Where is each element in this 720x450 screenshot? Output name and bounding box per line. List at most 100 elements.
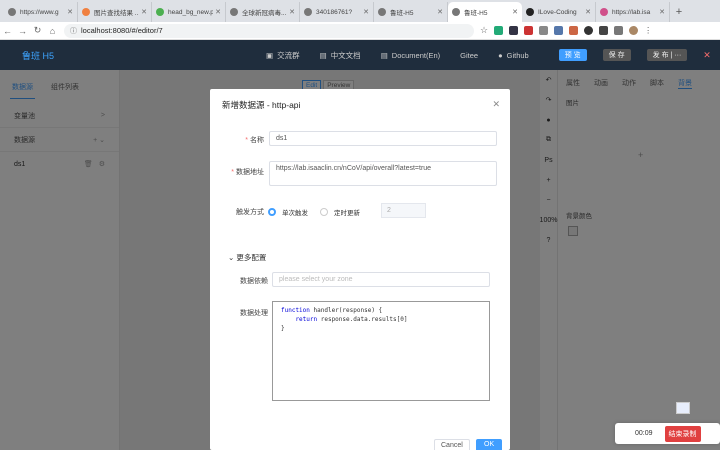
close-tab-icon[interactable]: ✕ bbox=[659, 8, 665, 16]
browser-tab[interactable]: 全球新冠病毒... ✕ bbox=[226, 2, 300, 22]
save-button[interactable]: 保 存 bbox=[602, 49, 631, 61]
stop-recording-button[interactable]: 结束录制 bbox=[664, 425, 701, 442]
doc-icon: ▤ bbox=[380, 50, 388, 60]
browser-tab-label: https://lab.isa bbox=[612, 8, 651, 16]
extension-icon[interactable] bbox=[494, 26, 504, 35]
publish-button[interactable]: 发 布 | ··· bbox=[646, 49, 688, 61]
extension-icon[interactable] bbox=[554, 26, 564, 35]
radio-timer[interactable] bbox=[320, 208, 328, 216]
recorder-time: 00:09 bbox=[635, 430, 653, 437]
close-tab-icon[interactable]: ✕ bbox=[289, 8, 295, 16]
radio-timer-label[interactable]: 定时更新 bbox=[334, 207, 360, 217]
close-tab-icon[interactable]: ✕ bbox=[215, 8, 221, 16]
reload-icon[interactable]: ↻ bbox=[30, 25, 45, 36]
favicon-icon bbox=[230, 8, 238, 16]
favicon-icon bbox=[600, 8, 608, 16]
url-textarea[interactable]: https://lab.isaaclin.cn/nCoV/api/overall… bbox=[269, 161, 497, 186]
doc-icon: ▤ bbox=[319, 50, 327, 60]
favicon-icon bbox=[304, 8, 312, 16]
back-icon[interactable]: ← bbox=[0, 26, 15, 36]
datasource-dialog: 新增数据源 - http-api ✕ * 名称 ds1 * 数据地址 https:/… bbox=[210, 89, 510, 450]
close-tab-icon[interactable]: ✕ bbox=[141, 8, 147, 16]
close-tab-icon[interactable]: ✕ bbox=[363, 8, 369, 16]
browser-tab-label: ILove-Coding bbox=[538, 8, 577, 16]
recorder-widget: 00:09 结束录制 bbox=[615, 423, 720, 444]
close-tab-icon[interactable]: ✕ bbox=[585, 8, 591, 16]
close-tab-icon[interactable]: ✕ bbox=[437, 8, 443, 16]
extension-icon[interactable] bbox=[509, 26, 519, 35]
extension-icon[interactable] bbox=[599, 26, 609, 35]
cancel-button[interactable]: Cancel bbox=[434, 439, 470, 450]
github-icon: ● bbox=[498, 50, 503, 60]
preview-button[interactable]: 预 览 bbox=[558, 49, 587, 61]
browser-tab-label: 鲁班-H5 bbox=[390, 10, 414, 17]
url-input[interactable]: ⓘ localhost:8080/#/editor/7 bbox=[64, 23, 474, 38]
close-editor-icon[interactable]: ✕ bbox=[703, 50, 711, 61]
browser-tab[interactable]: 图片查找结果 ... ✕ bbox=[78, 2, 152, 22]
header-nav: ▣ 交流群 ▤ 中文文档 ▤ Document(En) Gitee ● Github bbox=[266, 50, 529, 61]
dialog-title: 新增数据源 - http-api bbox=[222, 100, 301, 110]
browser-tab[interactable]: 鲁班-H5 ✕ bbox=[374, 2, 448, 22]
favicon-icon bbox=[8, 8, 16, 16]
forward-icon[interactable]: → bbox=[15, 26, 30, 36]
url-label: * 数据地址 bbox=[231, 169, 264, 176]
browser-tab-label: 图片查找结果 ... bbox=[94, 10, 140, 17]
more-config-toggle[interactable]: ⌄ 更多配置 bbox=[228, 252, 266, 263]
bookmark-star-icon[interactable]: ☆ bbox=[480, 25, 488, 36]
interval-input[interactable]: 2 bbox=[381, 203, 426, 218]
radio-once-label[interactable]: 单次触发 bbox=[282, 207, 308, 217]
browser-tab-label: 鲁班-H5 bbox=[464, 10, 488, 17]
browser-tab[interactable]: 鲁班-H5 ✕ bbox=[448, 2, 522, 22]
ok-button[interactable]: OK bbox=[476, 439, 503, 450]
favicon-icon bbox=[452, 8, 460, 16]
extension-icon[interactable] bbox=[524, 26, 534, 35]
dependency-label: 数据依赖 bbox=[240, 278, 268, 285]
dependency-select[interactable]: please select your zone bbox=[272, 272, 490, 287]
url-textarea-value: https://lab.isaaclin.cn/nCoV/api/overall… bbox=[276, 165, 432, 172]
browser-tab[interactable]: head_bg_new.p ✕ bbox=[152, 2, 226, 22]
extension-icon[interactable] bbox=[584, 26, 594, 35]
radio-once[interactable] bbox=[268, 208, 276, 216]
processing-label: 数据处理 bbox=[240, 310, 268, 317]
more-config-label: 更多配置 bbox=[236, 253, 267, 262]
home-icon[interactable]: ⌂ bbox=[45, 26, 60, 36]
favicon-icon bbox=[526, 8, 534, 16]
trigger-radio-group: 单次触发 定时更新 bbox=[268, 207, 360, 217]
nav-chat-group[interactable]: ▣ 交流群 bbox=[266, 50, 300, 61]
close-icon[interactable]: ✕ bbox=[492, 99, 500, 110]
browser-tab[interactable]: ILove-Coding ✕ bbox=[522, 2, 596, 22]
browser-tab[interactable]: https://www.g ✕ bbox=[4, 2, 78, 22]
extension-icon[interactable] bbox=[614, 26, 624, 35]
browser-tab[interactable]: https://lab.isa ✕ bbox=[596, 2, 670, 22]
close-tab-icon[interactable]: ✕ bbox=[67, 8, 73, 16]
favicon-icon bbox=[82, 8, 90, 16]
url-text: localhost:8080/#/editor/7 bbox=[81, 26, 163, 35]
browser-tab-strip: https://www.g ✕ 图片查找结果 ... ✕ head_bg_new.p ✕ 全… bbox=[0, 0, 720, 22]
name-label: * 名称 bbox=[245, 137, 264, 144]
new-tab-button[interactable]: + bbox=[670, 2, 688, 22]
name-field-value: ds1 bbox=[276, 135, 288, 142]
nav-docs-cn[interactable]: ▤ 中文文档 bbox=[320, 50, 361, 61]
close-tab-icon[interactable]: ✕ bbox=[512, 8, 518, 16]
browser-tab-label: https://www.g bbox=[20, 8, 59, 16]
nav-github[interactable]: ● Github bbox=[498, 51, 529, 60]
extension-icon[interactable] bbox=[539, 26, 549, 35]
profile-avatar[interactable] bbox=[629, 26, 639, 35]
menu-dots-icon[interactable]: ⋮ bbox=[644, 26, 654, 35]
app-header: 鲁班 H5 ▣ 交流群 ▤ 中文文档 ▤ Document(En) Gitee ● Gi… bbox=[0, 40, 720, 70]
site-info-icon[interactable]: ⓘ bbox=[70, 26, 77, 36]
screen-icon[interactable] bbox=[676, 402, 690, 414]
nav-docs-en[interactable]: ▤ Document(En) bbox=[381, 51, 440, 60]
chat-icon: ▣ bbox=[266, 50, 274, 60]
browser-tab-label: head_bg_new.p bbox=[168, 8, 214, 16]
code-editor[interactable]: function handler(response) { return resp… bbox=[272, 301, 490, 401]
browser-tab-label: 340186761? bbox=[316, 8, 353, 16]
nav-gitee[interactable]: Gitee bbox=[460, 51, 478, 60]
favicon-icon bbox=[156, 8, 164, 16]
extension-icon[interactable] bbox=[569, 26, 579, 35]
name-field[interactable]: ds1 bbox=[269, 131, 497, 146]
browser-tab[interactable]: 340186761? ✕ bbox=[300, 2, 374, 22]
dependency-placeholder: please select your zone bbox=[279, 276, 353, 283]
app-logo[interactable]: 鲁班 H5 bbox=[22, 49, 222, 62]
trigger-label: 触发方式 bbox=[236, 209, 264, 216]
